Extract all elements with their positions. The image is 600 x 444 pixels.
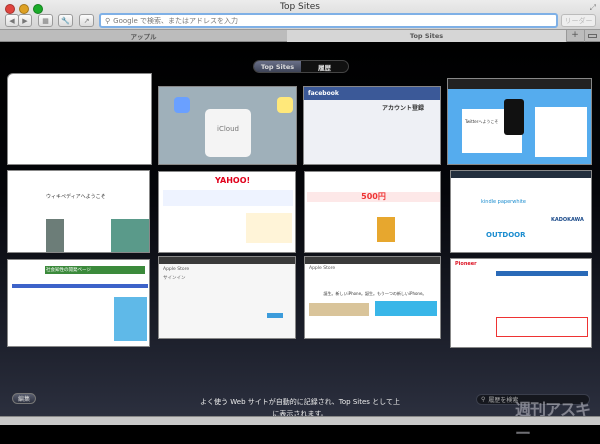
apple-store-title: Apple Store bbox=[309, 266, 336, 271]
thumbnail-twitter[interactable]: Twitterへようこそ bbox=[447, 78, 592, 165]
status-bar bbox=[0, 416, 600, 425]
top-sites-icon[interactable]: ▦ bbox=[38, 14, 53, 27]
history-search-placeholder: 履歴を検索 bbox=[488, 397, 519, 404]
pioneer-logo: Pioneer bbox=[455, 261, 477, 267]
address-placeholder: Google で検索、またはアドレスを入力 bbox=[113, 16, 239, 25]
thumbnail-icloud[interactable]: iCloud bbox=[158, 86, 297, 165]
kindle-ad: kindle paperwhite bbox=[481, 199, 526, 205]
back-button[interactable]: ◀ bbox=[5, 14, 19, 27]
thumbnail-news[interactable]: 500円 bbox=[304, 171, 441, 253]
tab-top-sites[interactable]: Top Sites bbox=[287, 30, 566, 42]
view-switcher: Top Sites 履歴 bbox=[253, 60, 349, 73]
search-icon: ⚲ bbox=[105, 16, 111, 25]
thumbnail-blank[interactable] bbox=[7, 73, 152, 165]
edit-button[interactable]: 編集 bbox=[12, 393, 36, 404]
thumbnail-yahoo[interactable]: YAHOO! bbox=[158, 171, 296, 253]
thumbnail-wikipedia[interactable]: ウィキペディアへようこそ bbox=[7, 170, 150, 253]
sign-in-title: サインイン bbox=[163, 276, 186, 281]
reader-button[interactable]: リーダー bbox=[561, 14, 596, 27]
thumbnail-apple-store-signin[interactable]: Apple Store サインイン bbox=[158, 256, 296, 339]
iphone-headline: 誕生。新しいiPhone。誕生。もう一つの新しいiPhone。 bbox=[323, 291, 427, 296]
top-sites-segment[interactable]: Top Sites bbox=[254, 61, 301, 72]
facebook-logo: facebook bbox=[304, 87, 440, 100]
thumbnail-apple-store[interactable]: Apple Store 誕生。新しいiPhone。誕生。もう一つの新しいiPho… bbox=[304, 256, 441, 339]
apple-store-title: Apple Store bbox=[163, 267, 190, 272]
history-segment[interactable]: 履歴 bbox=[301, 61, 348, 72]
kadokawa-ad: KADOKAWA bbox=[551, 217, 584, 223]
forward-button[interactable]: ▶ bbox=[18, 14, 32, 27]
address-bar[interactable]: ⚲ Google で検索、またはアドレスを入力 bbox=[99, 13, 558, 28]
yahoo-logo: YAHOO! bbox=[215, 176, 251, 185]
fullscreen-icon[interactable]: ⤢ bbox=[590, 3, 596, 13]
wrench-icon[interactable]: 🔧 bbox=[58, 14, 73, 27]
facebook-signup: アカウント登録 bbox=[382, 105, 425, 112]
search-icon: ⚲ bbox=[481, 396, 486, 403]
thumbnail-pioneer[interactable]: Pioneer bbox=[450, 258, 592, 348]
icloud-label: iCloud bbox=[205, 109, 251, 157]
share-icon[interactable]: ↗ bbox=[79, 14, 94, 27]
tab-apple[interactable]: アップル bbox=[0, 30, 287, 42]
tab-list-icon[interactable] bbox=[584, 30, 600, 42]
new-tab-button[interactable]: + bbox=[566, 30, 583, 42]
wikipedia-welcome: ウィキペディアへようこそ bbox=[46, 194, 106, 200]
thumbnail-amazon[interactable]: kindle paperwhite OUTDOOR KADOKAWA bbox=[450, 170, 592, 253]
window-title: Top Sites bbox=[279, 2, 321, 12]
outdoor-ad: OUTDOOR bbox=[486, 231, 526, 239]
thumbnail-facebook[interactable]: facebook アカウント登録 bbox=[303, 86, 441, 165]
tokyo-banner: 社会知性の開発ページ bbox=[45, 266, 145, 274]
news-price-banner: 500円 bbox=[307, 192, 440, 202]
thumbnail-tokyo-online[interactable]: 社会知性の開発ページ bbox=[7, 259, 150, 347]
tab-bar: アップル × Top Sites + bbox=[0, 29, 600, 42]
